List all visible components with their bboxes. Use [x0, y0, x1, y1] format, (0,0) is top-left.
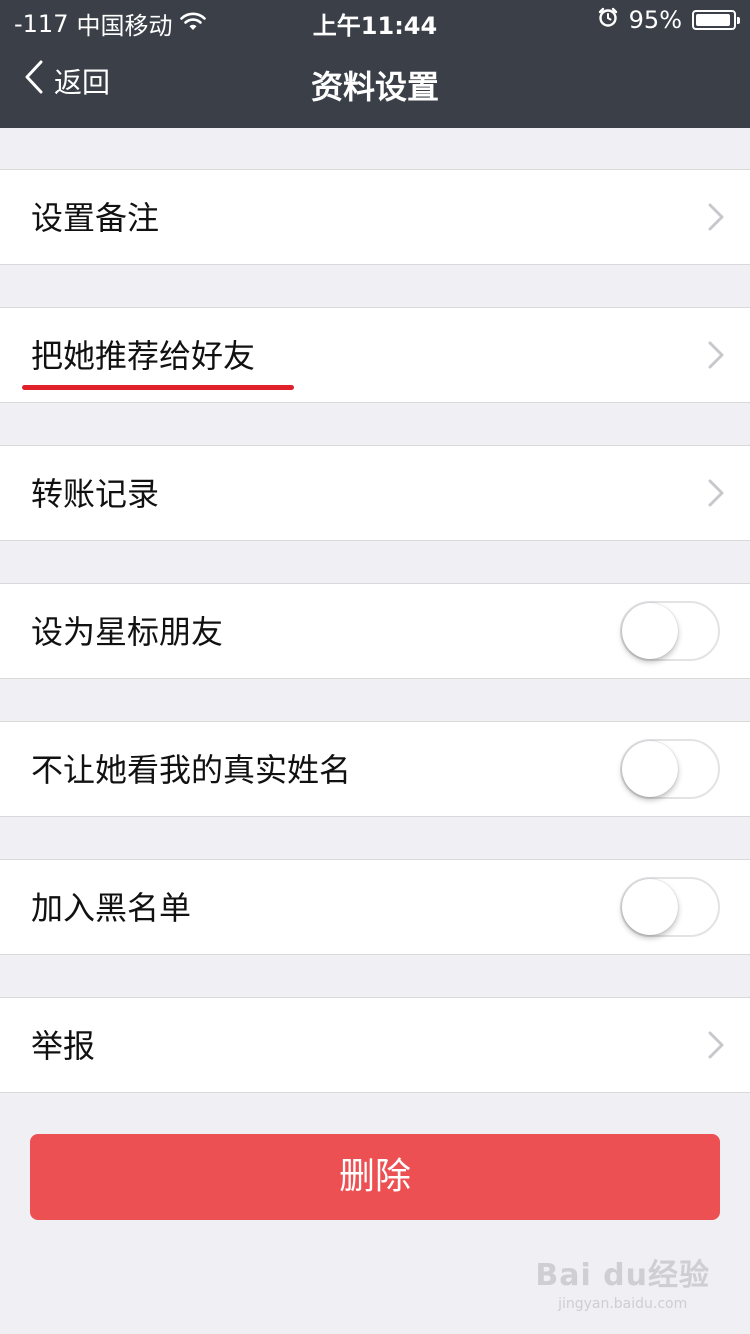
- row-label: 举报: [31, 1027, 96, 1065]
- battery-fill: [696, 14, 730, 26]
- chevron-right-icon: [708, 203, 724, 235]
- blacklist-toggle[interactable]: [620, 877, 720, 937]
- battery-nub: [737, 17, 740, 24]
- row-star-friend: 设为星标朋友: [0, 583, 750, 679]
- row-label: 设为星标朋友: [31, 613, 224, 651]
- status-right: 95%: [597, 6, 740, 34]
- row-label: 把她推荐给好友: [31, 337, 256, 375]
- row-transfer-records[interactable]: 转账记录: [0, 445, 750, 541]
- highlight-underline: [22, 385, 294, 390]
- top-bar: -117 中国移动 上午11:44 95% 返回 资料设置: [0, 0, 750, 128]
- battery-percent: 95%: [628, 6, 682, 34]
- toggle-knob: [622, 741, 678, 797]
- nav-bar: 返回 资料设置: [0, 40, 750, 128]
- chevron-right-icon: [708, 479, 724, 511]
- row-label: 不让她看我的真实姓名: [31, 751, 352, 789]
- watermark: Bai du经验 jingyan.baidu.com: [535, 1250, 710, 1312]
- watermark-url: jingyan.baidu.com: [558, 1296, 688, 1312]
- row-label: 转账记录: [31, 475, 160, 513]
- chevron-right-icon: [708, 341, 724, 373]
- row-report[interactable]: 举报: [0, 997, 750, 1093]
- row-label: 加入黑名单: [31, 889, 192, 927]
- alarm-clock-icon: [597, 6, 619, 34]
- page-title: 资料设置: [310, 68, 439, 106]
- row-set-remark[interactable]: 设置备注: [0, 169, 750, 265]
- row-label: 设置备注: [31, 199, 160, 237]
- watermark-logo: Bai du经验: [535, 1258, 710, 1293]
- delete-button[interactable]: 删除: [30, 1134, 720, 1220]
- toggle-knob: [622, 603, 678, 659]
- hide-real-name-toggle[interactable]: [620, 739, 720, 799]
- battery-icon: [692, 10, 740, 30]
- status-bar: -117 中国移动 上午11:44 95%: [0, 0, 750, 40]
- row-blacklist: 加入黑名单: [0, 859, 750, 955]
- chevron-right-icon: [708, 1031, 724, 1063]
- star-friend-toggle[interactable]: [620, 601, 720, 661]
- toggle-knob: [622, 879, 678, 935]
- row-hide-real-name: 不让她看我的真实姓名: [0, 721, 750, 817]
